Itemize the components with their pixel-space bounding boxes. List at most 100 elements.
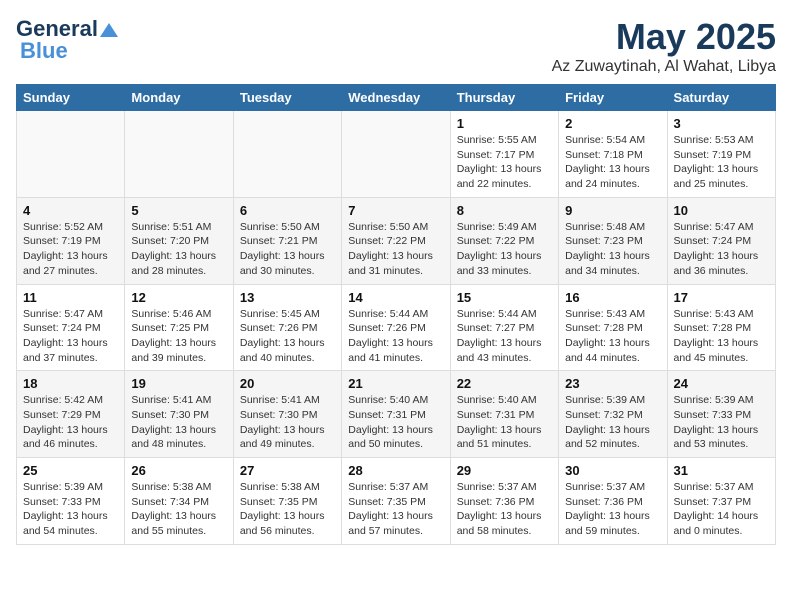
calendar-cell	[125, 111, 233, 198]
day-info-line: Daylight: 13 hours	[674, 423, 769, 438]
day-number: 14	[348, 290, 443, 305]
day-header-saturday: Saturday	[667, 85, 775, 111]
day-info-line: Sunset: 7:22 PM	[348, 234, 443, 249]
day-info-line: Daylight: 13 hours	[565, 509, 660, 524]
day-info-line: and 0 minutes.	[674, 524, 769, 539]
day-header-monday: Monday	[125, 85, 233, 111]
day-number: 11	[23, 290, 118, 305]
day-info-line: Daylight: 13 hours	[240, 249, 335, 264]
calendar-cell: 6Sunrise: 5:50 AMSunset: 7:21 PMDaylight…	[233, 197, 341, 284]
day-header-tuesday: Tuesday	[233, 85, 341, 111]
calendar-cell: 20Sunrise: 5:41 AMSunset: 7:30 PMDayligh…	[233, 371, 341, 458]
day-info-line: Sunrise: 5:37 AM	[674, 480, 769, 495]
day-info-line: Daylight: 13 hours	[240, 336, 335, 351]
day-info-line: Sunrise: 5:48 AM	[565, 220, 660, 235]
day-header-wednesday: Wednesday	[342, 85, 450, 111]
day-number: 9	[565, 203, 660, 218]
day-info-line: Sunset: 7:22 PM	[457, 234, 552, 249]
day-info-line: Daylight: 13 hours	[240, 509, 335, 524]
day-number: 29	[457, 463, 552, 478]
day-info-line: and 55 minutes.	[131, 524, 226, 539]
calendar-table: SundayMondayTuesdayWednesdayThursdayFrid…	[16, 84, 776, 545]
day-info-line: Sunset: 7:32 PM	[565, 408, 660, 423]
logo-text-block: General Blue	[16, 16, 120, 64]
day-info-line: and 54 minutes.	[23, 524, 118, 539]
day-info-line: and 51 minutes.	[457, 437, 552, 452]
day-info-line: Sunset: 7:28 PM	[674, 321, 769, 336]
day-info: Sunrise: 5:46 AMSunset: 7:25 PMDaylight:…	[131, 307, 226, 366]
calendar-cell: 24Sunrise: 5:39 AMSunset: 7:33 PMDayligh…	[667, 371, 775, 458]
day-info-line: and 44 minutes.	[565, 351, 660, 366]
day-info-line: and 43 minutes.	[457, 351, 552, 366]
day-info-line: Sunrise: 5:37 AM	[565, 480, 660, 495]
day-number: 1	[457, 116, 552, 131]
day-header-thursday: Thursday	[450, 85, 558, 111]
calendar-cell: 7 Sunrise: 5:50 AMSunset: 7:22 PMDaylight…	[342, 197, 450, 284]
location-title: Az Zuwaytinah, Al Wahat, Libya	[552, 58, 776, 76]
day-info: Sunrise: 5:43 AMSunset: 7:28 PMDaylight:…	[674, 307, 769, 366]
logo: General Blue	[16, 16, 120, 64]
day-info-line: Sunrise: 5:53 AM	[674, 133, 769, 148]
calendar-week-4: 18 Sunrise: 5:42 AMSunset: 7:29 PM Dayligh…	[17, 371, 776, 458]
day-number: 13	[240, 290, 335, 305]
day-header-sunday: Sunday	[17, 85, 125, 111]
calendar-cell	[233, 111, 341, 198]
day-info-line: Daylight: 13 hours	[348, 249, 443, 264]
day-info: Sunrise: 5:39 AMSunset: 7:32 PMDaylight:…	[565, 393, 660, 452]
day-number: 30	[565, 463, 660, 478]
day-info-line: Sunrise: 5:42 AM	[23, 393, 118, 408]
day-number: 17	[674, 290, 769, 305]
day-info-line: Sunset: 7:30 PM	[131, 408, 226, 423]
day-info-line: Sunrise: 5:43 AM	[674, 307, 769, 322]
day-info-line: Sunrise: 5:39 AM	[674, 393, 769, 408]
day-number: 18	[23, 376, 118, 391]
day-info-line: Sunrise: 5:37 AM	[457, 480, 552, 495]
day-info-line: and 37 minutes.	[23, 351, 118, 366]
day-number: 22	[457, 376, 552, 391]
calendar-cell: 4Sunrise: 5:52 AMSunset: 7:19 PMDaylight…	[17, 197, 125, 284]
calendar-cell: 1Sunrise: 5:55 AMSunset: 7:17 PMDaylight…	[450, 111, 558, 198]
day-info-line: and 53 minutes.	[674, 437, 769, 452]
day-info-line: and 39 minutes.	[131, 351, 226, 366]
day-number: 5	[131, 203, 226, 218]
day-number: 10	[674, 203, 769, 218]
day-info: Sunrise: 5:37 AMSunset: 7:36 PMDaylight:…	[565, 480, 660, 539]
day-info-line: Sunset: 7:34 PM	[131, 495, 226, 510]
calendar-cell	[342, 111, 450, 198]
day-info-line: Sunrise: 5:39 AM	[23, 480, 118, 495]
day-info-line: Daylight: 13 hours	[23, 509, 118, 524]
day-info: Sunrise: 5:51 AMSunset: 7:20 PMDaylight:…	[131, 220, 226, 279]
day-info-line: Sunrise: 5:54 AM	[565, 133, 660, 148]
calendar-cell: 22Sunrise: 5:40 AMSunset: 7:31 PMDayligh…	[450, 371, 558, 458]
day-info-line: Sunset: 7:35 PM	[348, 495, 443, 510]
day-info-line: Daylight: 13 hours	[348, 423, 443, 438]
day-info-line: Sunrise: 5:44 AM	[348, 307, 443, 322]
day-number: 6	[240, 203, 335, 218]
day-info-line: Sunset: 7:26 PM	[240, 321, 335, 336]
day-info-line: Daylight: 13 hours	[131, 249, 226, 264]
day-number: 7	[348, 203, 443, 218]
day-number: 15	[457, 290, 552, 305]
day-info-line: Daylight: 13 hours	[457, 336, 552, 351]
day-info: Sunrise: 5:47 AMSunset: 7:24 PMDaylight:…	[674, 220, 769, 279]
day-info-line: Daylight: 13 hours	[565, 423, 660, 438]
day-info: Sunrise: 5:49 AMSunset: 7:22 PMDaylight:…	[457, 220, 552, 279]
day-info-line: and 28 minutes.	[131, 264, 226, 279]
calendar-cell: 13Sunrise: 5:45 AMSunset: 7:26 PMDayligh…	[233, 284, 341, 371]
calendar-cell: 8Sunrise: 5:49 AMSunset: 7:22 PMDaylight…	[450, 197, 558, 284]
day-info: Sunrise: 5:37 AMSunset: 7:37 PMDaylight:…	[674, 480, 769, 539]
day-info-line: Sunset: 7:28 PM	[565, 321, 660, 336]
calendar-cell: 25Sunrise: 5:39 AMSunset: 7:33 PMDayligh…	[17, 458, 125, 545]
day-info: Sunrise: 5:44 AMSunset: 7:26 PMDaylight:…	[348, 307, 443, 366]
day-info: Sunrise: 5:44 AMSunset: 7:27 PMDaylight:…	[457, 307, 552, 366]
day-info-line: Sunrise: 5:52 AM	[23, 220, 118, 235]
calendar-cell: 21Sunrise: 5:40 AMSunset: 7:31 PMDayligh…	[342, 371, 450, 458]
day-info-line: Sunrise: 5:41 AM	[240, 393, 335, 408]
day-info-line: Sunset: 7:37 PM	[674, 495, 769, 510]
calendar-cell: 3Sunrise: 5:53 AMSunset: 7:19 PMDaylight…	[667, 111, 775, 198]
day-info: Sunrise: 5:50 AMSunset: 7:22 PMDaylight:…	[348, 220, 443, 279]
day-info-line: and 41 minutes.	[348, 351, 443, 366]
day-info-line: Sunset: 7:29 PM	[23, 408, 118, 423]
day-info: Sunrise: 5:43 AMSunset: 7:28 PMDaylight:…	[565, 307, 660, 366]
calendar-cell: 19Sunrise: 5:41 AMSunset: 7:30 PMDayligh…	[125, 371, 233, 458]
